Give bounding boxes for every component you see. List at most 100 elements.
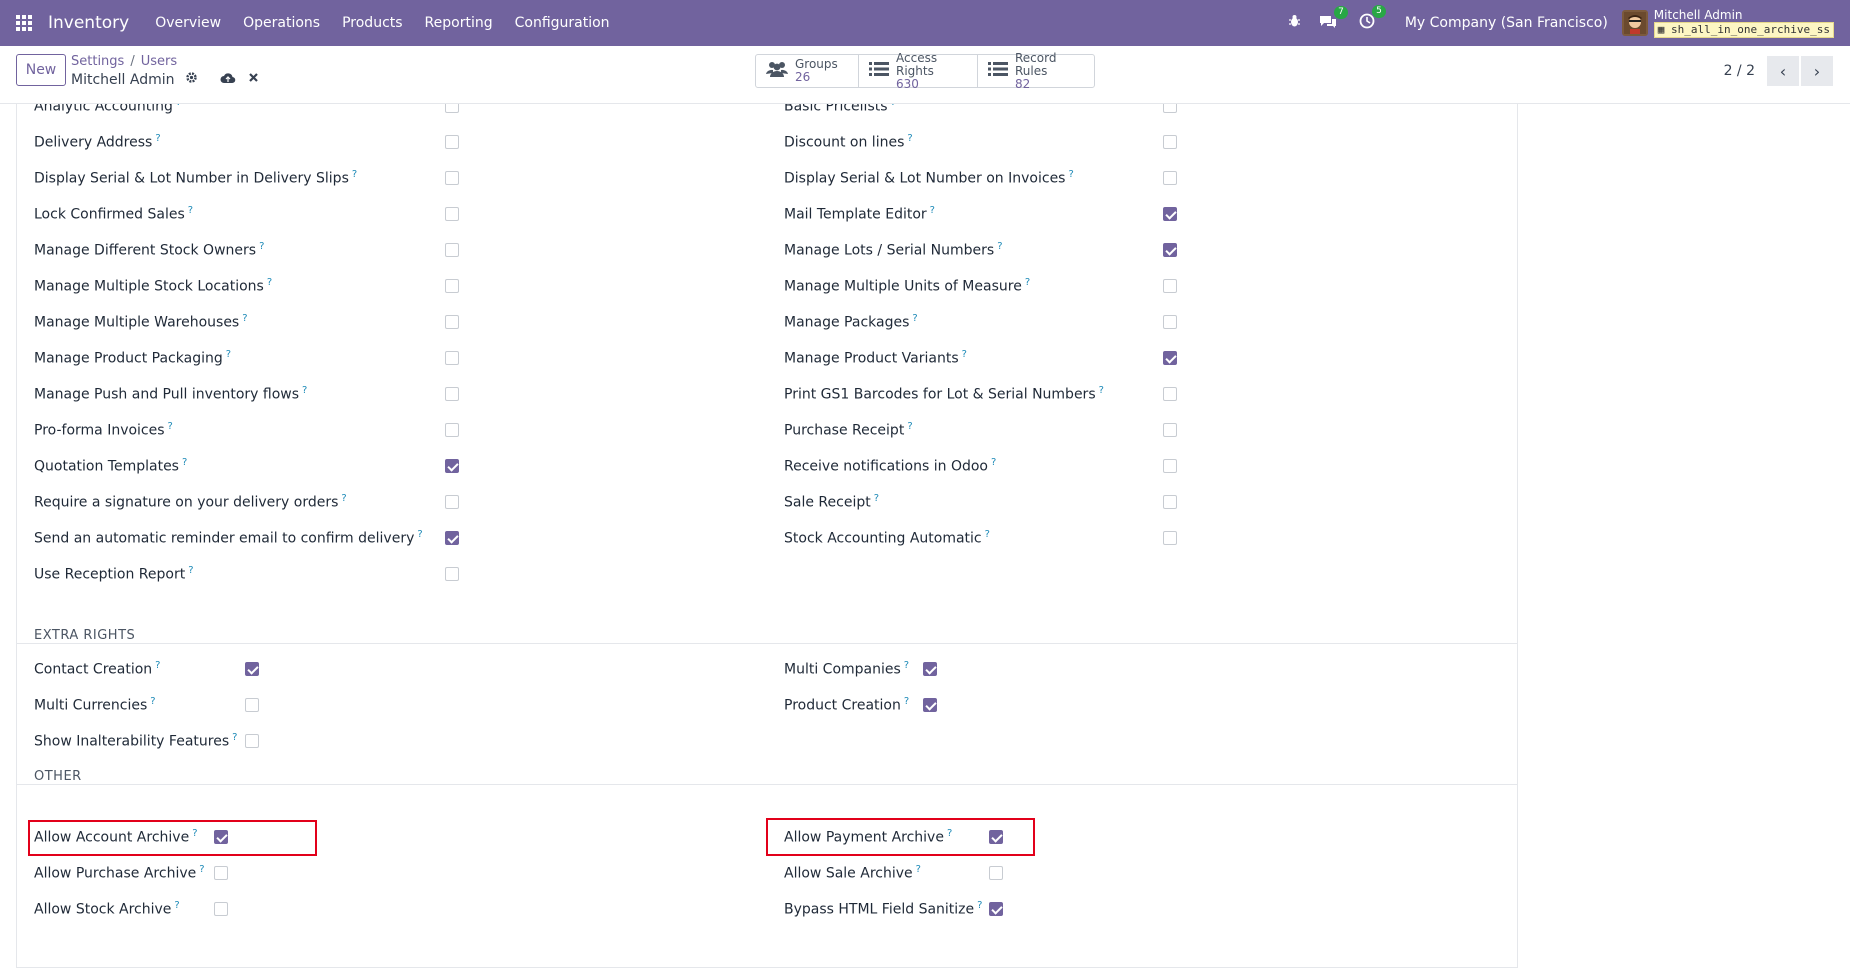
checkbox-manage-packages[interactable] [1163, 315, 1177, 329]
discard-close-icon[interactable] [248, 72, 259, 87]
help-tooltip-icon[interactable]: ? [997, 241, 1002, 252]
help-tooltip-icon[interactable]: ? [267, 277, 272, 288]
help-tooltip-icon[interactable]: ? [174, 900, 179, 911]
checkbox-analytic-accounting[interactable] [445, 104, 459, 113]
checkbox-quotation-templates[interactable] [445, 459, 459, 473]
checkbox-manage-multiple-units-of-measure[interactable] [1163, 279, 1177, 293]
help-tooltip-icon[interactable]: ? [352, 169, 357, 180]
messages-chat-icon[interactable]: 7 [1319, 5, 1348, 33]
help-tooltip-icon[interactable]: ? [182, 457, 187, 468]
checkbox-use-reception-report[interactable] [445, 567, 459, 581]
breadcrumb-settings[interactable]: Settings [71, 54, 124, 69]
help-tooltip-icon[interactable]: ? [168, 421, 173, 432]
help-tooltip-icon[interactable]: ? [302, 385, 307, 396]
menu-products[interactable]: Products [342, 15, 402, 31]
debug-bug-icon[interactable] [1288, 14, 1301, 32]
menu-reporting[interactable]: Reporting [425, 15, 493, 31]
help-tooltip-icon[interactable]: ? [341, 493, 346, 504]
help-tooltip-icon[interactable]: ? [150, 696, 155, 707]
help-tooltip-icon[interactable]: ? [199, 864, 204, 875]
pager-value[interactable]: 2 / 2 [1724, 63, 1755, 79]
checkbox-lock-confirmed-sales[interactable] [445, 207, 459, 221]
help-tooltip-icon[interactable]: ? [874, 493, 879, 504]
help-tooltip-icon[interactable]: ? [930, 205, 935, 216]
checkbox-allow-stock-archive[interactable] [214, 902, 228, 916]
activities-clock-icon[interactable]: 5 [1359, 5, 1386, 33]
help-tooltip-icon[interactable]: ? [1068, 169, 1073, 180]
checkbox-display-serial-lot-number-on-invoices[interactable] [1163, 171, 1177, 185]
help-tooltip-icon[interactable]: ? [991, 457, 996, 468]
checkbox-pro-forma-invoices[interactable] [445, 423, 459, 437]
checkbox-allow-payment-archive[interactable] [989, 830, 1003, 844]
help-tooltip-icon[interactable]: ? [962, 349, 967, 360]
checkbox-manage-multiple-stock-locations[interactable] [445, 279, 459, 293]
help-tooltip-icon[interactable]: ? [891, 104, 896, 108]
help-tooltip-icon[interactable]: ? [947, 828, 952, 839]
help-tooltip-icon[interactable]: ? [192, 828, 197, 839]
help-tooltip-icon[interactable]: ? [904, 696, 909, 707]
groups-stat-button[interactable]: Groups 26 [756, 55, 859, 87]
checkbox-manage-product-packaging[interactable] [445, 351, 459, 365]
checkbox-purchase-receipt[interactable] [1163, 423, 1177, 437]
company-switcher[interactable]: My Company (San Francisco) [1405, 15, 1608, 31]
checkbox-receive-notifications-in-odoo[interactable] [1163, 459, 1177, 473]
checkbox-bypass-html-field-sanitize[interactable] [989, 902, 1003, 916]
checkbox-allow-purchase-archive[interactable] [214, 866, 228, 880]
help-tooltip-icon[interactable]: ? [155, 660, 160, 671]
checkbox-mail-template-editor[interactable] [1163, 207, 1177, 221]
help-tooltip-icon[interactable]: ? [242, 313, 247, 324]
pager-previous-button[interactable]: ‹ [1767, 56, 1799, 86]
gear-icon[interactable] [185, 71, 198, 88]
checkbox-multi-currencies[interactable] [245, 698, 259, 712]
checkbox-delivery-address[interactable] [445, 135, 459, 149]
help-tooltip-icon[interactable]: ? [1025, 277, 1030, 288]
checkbox-display-serial-lot-number-in-delivery-slips[interactable] [445, 171, 459, 185]
checkbox-discount-on-lines[interactable] [1163, 135, 1177, 149]
help-tooltip-icon[interactable]: ? [1099, 385, 1104, 396]
checkbox-manage-product-variants[interactable] [1163, 351, 1177, 365]
apps-menu-icon[interactable] [16, 14, 34, 32]
access-rights-stat-button[interactable]: Access Rights 630 [859, 51, 978, 90]
help-tooltip-icon[interactable]: ? [907, 421, 912, 432]
help-tooltip-icon[interactable]: ? [985, 529, 990, 540]
checkbox-allow-sale-archive[interactable] [989, 866, 1003, 880]
checkbox-require-a-signature-on-your-delivery-orders[interactable] [445, 495, 459, 509]
checkbox-manage-push-and-pull-inventory-flows[interactable] [445, 387, 459, 401]
checkbox-sale-receipt[interactable] [1163, 495, 1177, 509]
help-tooltip-icon[interactable]: ? [417, 529, 422, 540]
pager-next-button[interactable]: › [1801, 56, 1833, 86]
checkbox-show-inalterability-features[interactable] [245, 734, 259, 748]
checkbox-print-gs1-barcodes-for-lot-serial-numbers[interactable] [1163, 387, 1177, 401]
checkbox-stock-accounting-automatic[interactable] [1163, 531, 1177, 545]
menu-operations[interactable]: Operations [243, 15, 320, 31]
checkbox-product-creation[interactable] [923, 698, 937, 712]
checkbox-basic-pricelists[interactable] [1163, 104, 1177, 113]
help-tooltip-icon[interactable]: ? [155, 133, 160, 144]
menu-overview[interactable]: Overview [155, 15, 221, 31]
new-button[interactable]: New [16, 54, 66, 86]
help-tooltip-icon[interactable]: ? [188, 565, 193, 576]
checkbox-manage-multiple-warehouses[interactable] [445, 315, 459, 329]
help-tooltip-icon[interactable]: ? [907, 133, 912, 144]
help-tooltip-icon[interactable]: ? [977, 900, 982, 911]
checkbox-contact-creation[interactable] [245, 662, 259, 676]
help-tooltip-icon[interactable]: ? [226, 349, 231, 360]
checkbox-allow-account-archive[interactable] [214, 830, 228, 844]
user-menu[interactable]: Mitchell Admin ▦ sh_all_in_one_archive_s… [1653, 8, 1834, 38]
help-tooltip-icon[interactable]: ? [916, 864, 921, 875]
checkbox-send-an-automatic-reminder-email-to-confirm-delivery[interactable] [445, 531, 459, 545]
checkbox-multi-companies[interactable] [923, 662, 937, 676]
user-avatar[interactable] [1621, 10, 1648, 36]
checkbox-manage-lots-serial-numbers[interactable] [1163, 243, 1177, 257]
help-tooltip-icon[interactable]: ? [188, 205, 193, 216]
help-tooltip-icon[interactable]: ? [259, 241, 264, 252]
help-tooltip-icon[interactable]: ? [912, 313, 917, 324]
checkbox-manage-different-stock-owners[interactable] [445, 243, 459, 257]
app-name[interactable]: Inventory [48, 13, 129, 33]
help-tooltip-icon[interactable]: ? [904, 660, 909, 671]
help-tooltip-icon[interactable]: ? [176, 104, 181, 108]
breadcrumb-users[interactable]: Users [141, 54, 177, 69]
save-cloud-icon[interactable] [220, 72, 236, 88]
record-rules-stat-button[interactable]: Record Rules 82 [978, 51, 1094, 90]
menu-configuration[interactable]: Configuration [515, 15, 610, 31]
